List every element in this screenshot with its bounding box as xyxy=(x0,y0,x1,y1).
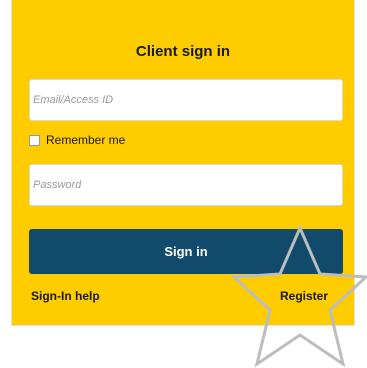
sign-in-button[interactable]: Sign in xyxy=(29,229,343,274)
password-input[interactable] xyxy=(29,164,343,206)
remember-me[interactable]: Remember me xyxy=(29,133,125,147)
register-link[interactable]: Register xyxy=(280,289,328,303)
remember-me-label: Remember me xyxy=(46,133,126,147)
remember-me-checkbox[interactable] xyxy=(29,134,40,146)
sign-in-help-link[interactable]: Sign-In help xyxy=(31,289,100,303)
email-access-id-input[interactable] xyxy=(29,79,343,121)
form-title: Client sign in xyxy=(135,43,231,60)
sign-in-panel: Client sign in Remember me Sign in Sign-… xyxy=(11,0,355,326)
